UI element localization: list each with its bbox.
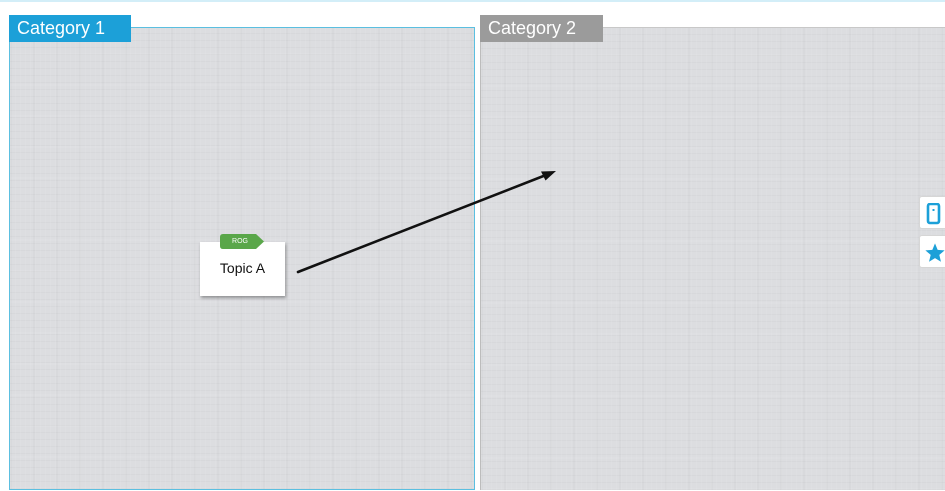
category-2-area[interactable] (480, 27, 945, 490)
category-1-label[interactable]: Category 1 (9, 15, 131, 42)
tablet-icon (926, 203, 941, 225)
tablet-view-button[interactable] (919, 196, 945, 229)
topic-card[interactable]: Topic A (200, 242, 285, 296)
favorite-button[interactable] (919, 235, 945, 268)
category-2-label[interactable]: Category 2 (480, 15, 603, 42)
topic-label: Topic A (219, 260, 266, 276)
board-canvas[interactable]: Category 1 Category 2 Topic A ROG (0, 0, 945, 491)
topic-tag[interactable]: ROG (220, 234, 264, 249)
topic-tag-label: ROG (232, 238, 248, 245)
star-icon (925, 243, 945, 262)
top-divider (0, 0, 945, 2)
